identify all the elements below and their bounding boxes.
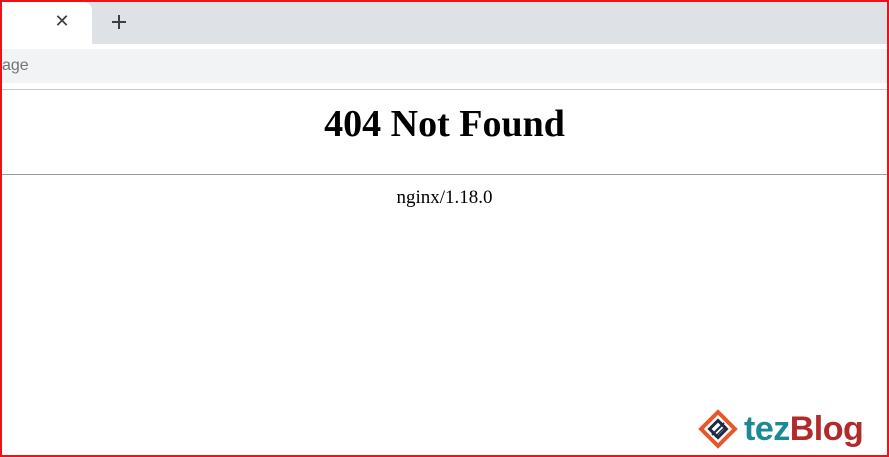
tezblog-logo-icon (698, 409, 738, 449)
watermark-text: tezBlog (744, 410, 864, 448)
tezblog-watermark: tezBlog (698, 406, 864, 452)
horizontal-rule (2, 174, 887, 175)
watermark-text-tez: tez (744, 410, 790, 448)
server-signature: nginx/1.18.0 (396, 187, 493, 208)
address-bar-text: age (2, 57, 29, 74)
screenshot-frame: ✕ age 404 Not Found nginx/1.18.0 tezBlog (0, 0, 889, 457)
active-tab[interactable]: ✕ (2, 2, 92, 44)
plus-icon (112, 15, 126, 29)
page-content: 404 Not Found nginx/1.18.0 (2, 90, 887, 455)
browser-toolbar: age (2, 44, 887, 90)
tab-strip: ✕ (2, 2, 887, 44)
watermark-text-blog: Blog (789, 410, 864, 448)
close-icon[interactable]: ✕ (52, 11, 72, 31)
address-bar[interactable]: age (2, 49, 887, 83)
new-tab-button[interactable] (108, 11, 130, 33)
page-title: 404 Not Found (324, 103, 565, 145)
